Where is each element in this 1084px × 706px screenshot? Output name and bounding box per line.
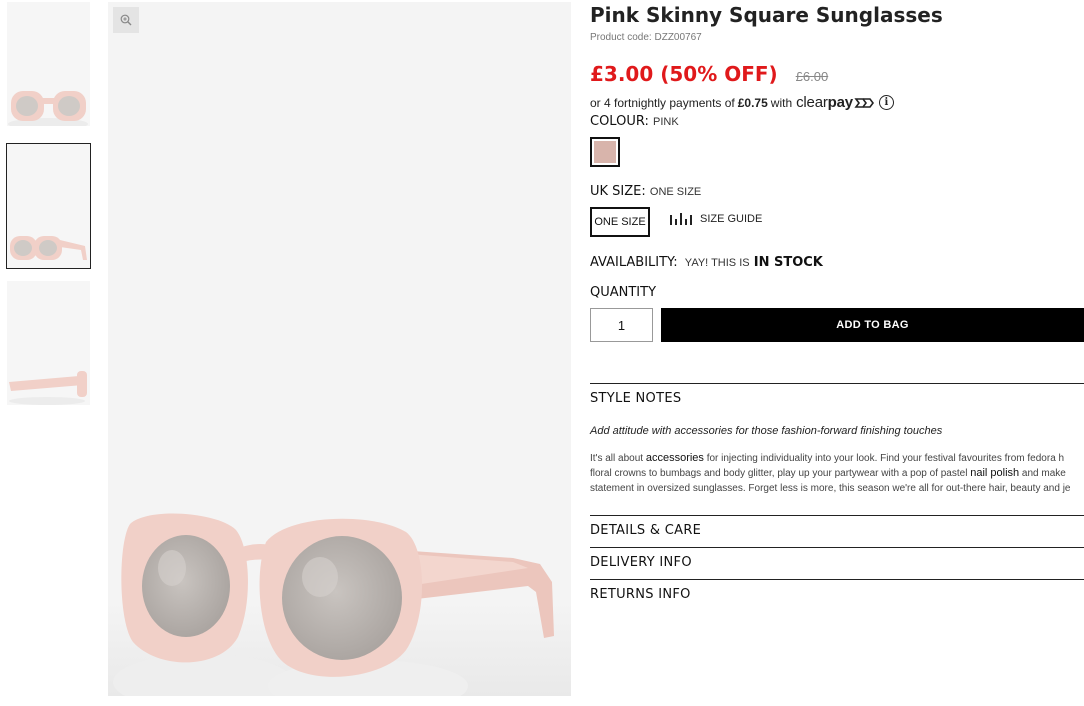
- price-row: £3.00 (50% OFF) £6.00: [590, 62, 828, 86]
- clearpay-amount: £0.75: [737, 95, 768, 110]
- original-price: £6.00: [795, 69, 829, 84]
- style-notes-text: floral crowns to bumbags and body glitte…: [590, 468, 968, 479]
- colour-swatch-pink[interactable]: [590, 137, 620, 167]
- colour-value: PINK: [653, 116, 679, 128]
- style-notes-line: It's all about accessories for injecting…: [590, 451, 1084, 466]
- zoom-button[interactable]: [113, 7, 139, 33]
- availability-row: AVAILABILITY: YAY! THIS IS IN STOCK: [590, 255, 823, 270]
- thumbnail-side[interactable]: [7, 281, 90, 405]
- quantity-label: QUANTITY: [590, 285, 657, 300]
- divider: [590, 547, 1084, 548]
- clearpay-logo-light: clear: [796, 94, 828, 111]
- details-care-heading[interactable]: DETAILS & CARE: [590, 523, 701, 538]
- size-option-one-size[interactable]: ONE SIZE: [590, 207, 650, 237]
- info-icon[interactable]: i: [878, 95, 894, 110]
- product-title: Pink Skinny Square Sunglasses: [590, 3, 943, 27]
- sunglasses-main-image: [108, 513, 571, 696]
- clearpay-suffix: with: [770, 95, 793, 110]
- stock-status: IN STOCK: [753, 255, 823, 270]
- style-notes-text: and make: [1021, 468, 1066, 479]
- style-notes-text: for injecting individuality into your lo…: [706, 453, 1065, 464]
- sunglasses-side-image: [7, 281, 90, 405]
- style-notes-body: It's all about accessories for injecting…: [590, 451, 1084, 496]
- sale-price: £3.00 (50% OFF): [590, 62, 778, 86]
- clearpay-logo-bold: pay: [827, 94, 853, 111]
- size-value: ONE SIZE: [649, 186, 702, 198]
- swatch-fill: [594, 141, 616, 163]
- style-notes-line: statement in oversized sunglasses. Forge…: [590, 483, 1071, 494]
- ruler-icon: [670, 213, 692, 225]
- style-notes-line: floral crowns to bumbags and body glitte…: [590, 466, 1084, 481]
- colour-label: COLOUR:: [590, 114, 649, 129]
- size-row: UK SIZE: ONE SIZE: [590, 184, 701, 199]
- sunglasses-front-image: [7, 2, 90, 126]
- add-to-bag-button[interactable]: ADD TO BAG: [661, 308, 1084, 342]
- size-guide-link[interactable]: SIZE GUIDE: [670, 213, 762, 225]
- size-label: UK SIZE:: [590, 184, 646, 199]
- divider: [590, 515, 1084, 516]
- thumbnail-angle[interactable]: [6, 143, 91, 269]
- product-details-panel: Pink Skinny Square Sunglasses Product co…: [590, 0, 1084, 706]
- clearpay-logo: clearpay: [796, 94, 853, 111]
- returns-info-heading[interactable]: RETURNS INFO: [590, 587, 691, 602]
- zoom-in-icon: [120, 14, 132, 26]
- divider: [590, 383, 1084, 384]
- size-guide-label: SIZE GUIDE: [700, 213, 763, 225]
- clearpay-prefix: or 4 fortnightly payments of: [590, 95, 735, 110]
- style-notes-text: It's all about: [590, 453, 644, 464]
- delivery-info-heading[interactable]: DELIVERY INFO: [590, 555, 692, 570]
- availability-label: AVAILABILITY:: [590, 255, 678, 270]
- availability-prefix: YAY! THIS IS: [684, 257, 750, 269]
- sunglasses-angle-image: [7, 144, 90, 268]
- main-product-image: [108, 2, 571, 696]
- thumbnail-front[interactable]: [7, 2, 90, 126]
- clearpay-message: or 4 fortnightly payments of £0.75 with …: [590, 94, 894, 111]
- quantity-input[interactable]: [590, 308, 653, 342]
- clearpay-arrows-icon: [854, 97, 874, 108]
- style-notes-lead: Add attitude with accessories for those …: [590, 425, 943, 437]
- colour-row: COLOUR: PINK: [590, 114, 679, 129]
- nail-polish-link[interactable]: nail polish: [970, 467, 1019, 479]
- accessories-link[interactable]: accessories: [646, 452, 704, 464]
- product-code: Product code: DZZ00767: [590, 32, 702, 43]
- style-notes-heading[interactable]: STYLE NOTES: [590, 391, 681, 406]
- divider: [590, 579, 1084, 580]
